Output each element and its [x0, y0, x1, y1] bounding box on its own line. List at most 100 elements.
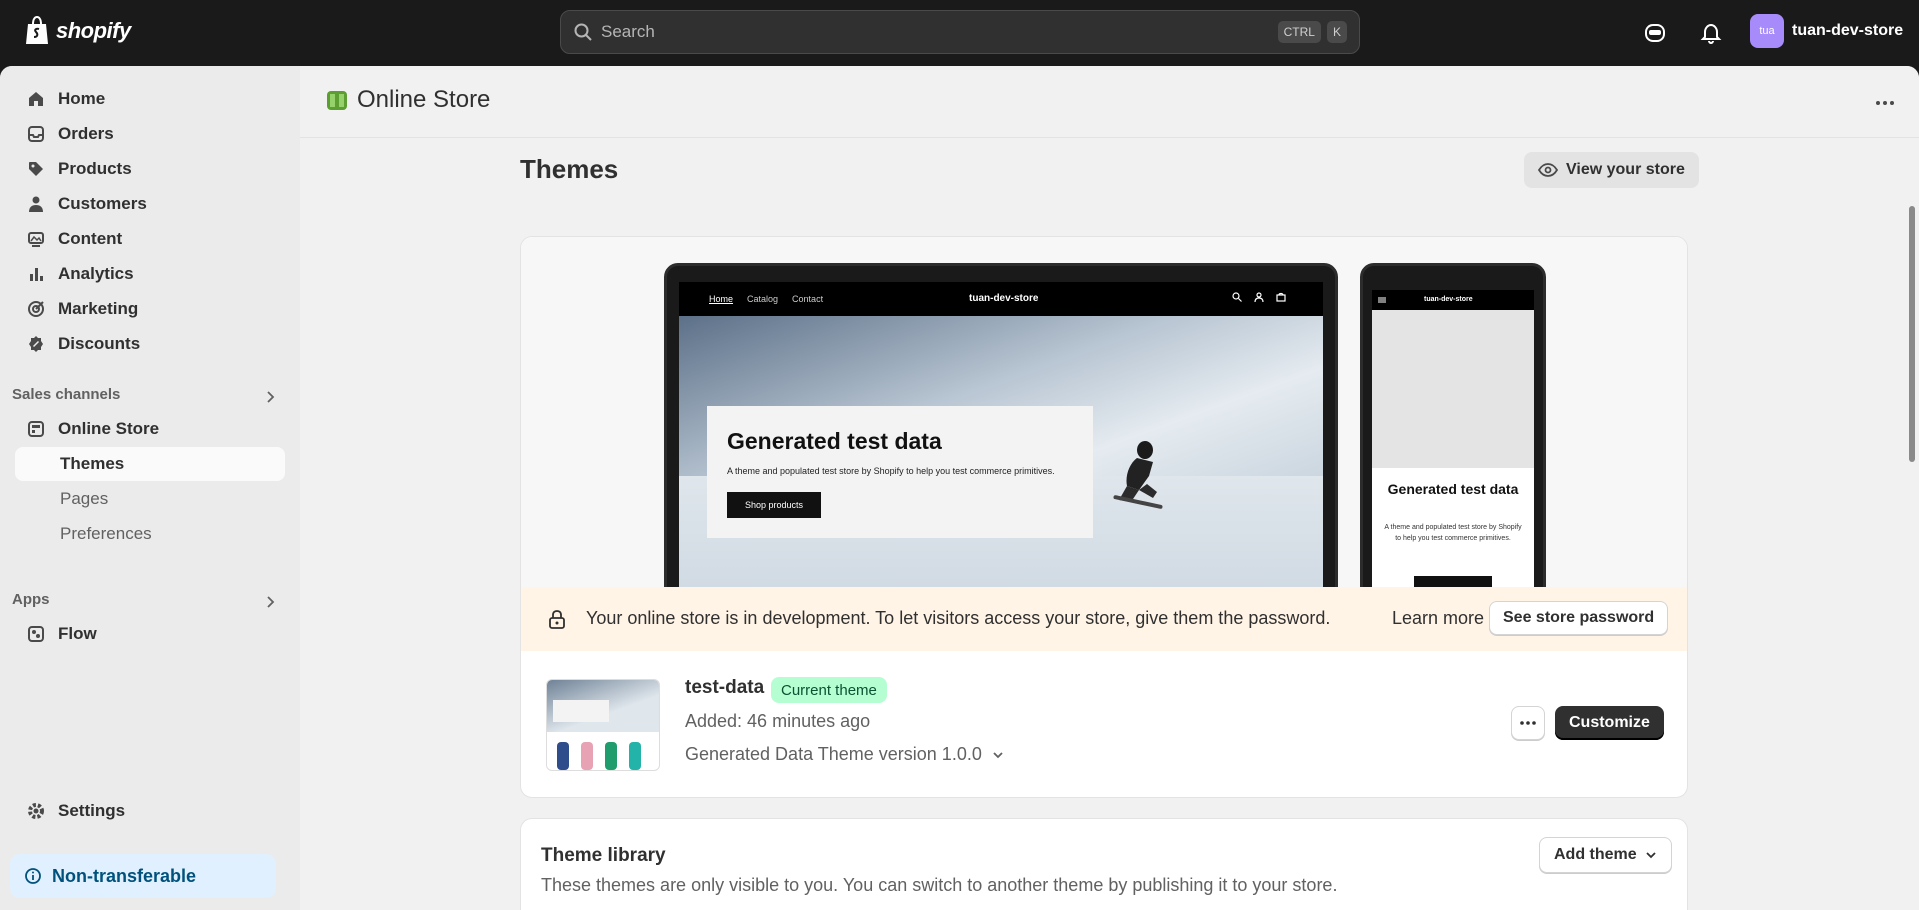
sidekick-button[interactable] — [1640, 18, 1670, 48]
theme-name: test-data — [685, 677, 765, 698]
sidebar-item-label: Settings — [58, 801, 126, 820]
chevron-right-icon[interactable] — [262, 594, 278, 610]
page-title: Online Store — [357, 86, 491, 113]
scrollbar-thumb[interactable] — [1909, 206, 1915, 462]
preview-nav-link: Contact — [792, 294, 824, 304]
sidebar-item-analytics[interactable]: Analytics — [16, 257, 286, 291]
search-icon — [574, 23, 592, 41]
search-input[interactable]: Search CTRL K — [560, 10, 1360, 54]
shopify-logo[interactable]: shopify — [24, 16, 131, 46]
sidebar-item-online-store[interactable]: Online Store — [16, 412, 286, 446]
shortcut-key-ctrl: CTRL — [1277, 21, 1321, 43]
sidebar-item-label: Orders — [58, 124, 114, 143]
sidebar-item-products[interactable]: Products — [16, 152, 286, 186]
chevron-down-icon — [1646, 852, 1656, 859]
sidekick-icon — [1645, 24, 1665, 42]
sidebar-item-customers[interactable]: Customers — [16, 187, 286, 221]
theme-actions-button[interactable] — [1511, 706, 1545, 740]
sidebar-item-label: Online Store — [58, 419, 160, 438]
current-theme-card: Home Catalog Contact tuan-dev-store Gene… — [520, 236, 1688, 798]
tag-icon — [26, 159, 46, 179]
sidebar-item-pages[interactable]: Pages — [15, 482, 285, 516]
password-banner: Your online store is in development. To … — [521, 587, 1687, 651]
sidebar-item-settings[interactable]: Settings — [16, 794, 286, 828]
info-icon — [25, 868, 41, 884]
sidebar-item-themes[interactable]: Themes — [15, 447, 285, 481]
sidebar-item-orders[interactable]: Orders — [16, 117, 286, 151]
add-theme-label: Add theme — [1554, 846, 1637, 863]
sidebar-item-label: Marketing — [58, 299, 139, 318]
scrollbar[interactable] — [1907, 138, 1917, 910]
eye-icon — [1538, 163, 1558, 177]
banner-text: Your online store is in development. To … — [586, 608, 1331, 628]
person-icon — [26, 194, 46, 214]
top-bar: shopify Search CTRL K tua tuan-dev-store — [0, 0, 1919, 66]
add-theme-button[interactable]: Add theme — [1539, 837, 1672, 873]
sidebar-item-flow[interactable]: Flow — [16, 617, 286, 651]
sidebar-item-label: Products — [58, 159, 132, 178]
desktop-preview: Home Catalog Contact tuan-dev-store Gene… — [664, 263, 1338, 587]
sidebar-item-content[interactable]: Content — [16, 222, 286, 256]
sidebar-item-marketing[interactable]: Marketing — [16, 292, 286, 326]
see-store-password-button[interactable]: See store password — [1489, 601, 1669, 635]
shortcut-key-k: K — [1326, 21, 1347, 43]
ellipsis-icon — [1876, 101, 1894, 105]
preview-hero-title: Generated test data — [727, 428, 942, 454]
preview-mobile-button — [1414, 576, 1492, 587]
sidebar-item-discounts[interactable]: Discounts — [16, 327, 286, 361]
preview-nav-link: Catalog — [747, 294, 779, 304]
preview-hero-desc: A theme and populated test store by Shop… — [727, 466, 1055, 476]
chevron-down-icon — [993, 751, 1003, 758]
theme-version-dropdown[interactable]: Generated Data Theme version 1.0.0 — [685, 744, 1004, 765]
preview-brand: tuan-dev-store — [969, 293, 1039, 304]
theme-preview[interactable]: Home Catalog Contact tuan-dev-store Gene… — [521, 237, 1687, 587]
search-placeholder: Search — [601, 22, 655, 41]
apps-label: Apps — [12, 591, 50, 608]
more-actions-button[interactable] — [1870, 88, 1900, 118]
lock-icon — [549, 610, 565, 629]
customize-button[interactable]: Customize — [1555, 706, 1664, 740]
themes-heading: Themes — [520, 154, 619, 184]
preview-shop-button: Shop products — [727, 492, 821, 518]
preview-nav-link: Home — [709, 294, 734, 304]
image-icon — [26, 229, 46, 249]
sidebar-item-label: Analytics — [58, 264, 134, 283]
store-menu-button[interactable]: tua tuan-dev-store — [1750, 14, 1903, 48]
sidebar-item-label: Home — [58, 89, 106, 108]
avatar: tua — [1750, 14, 1784, 48]
page-header: Online Store — [300, 66, 1919, 138]
current-theme-row: test-data Current theme Added: 46 minute… — [521, 651, 1687, 797]
non-transferable-label: Non-transferable — [52, 865, 197, 886]
home-icon — [26, 89, 46, 109]
view-store-label: View your store — [1566, 161, 1685, 178]
notifications-button[interactable] — [1696, 18, 1726, 48]
preview-mobile-desc: A theme and populated test store by Shop… — [1384, 524, 1522, 542]
sidebar-item-home[interactable]: Home — [16, 82, 286, 116]
discount-icon — [26, 334, 46, 354]
sales-channels-label: Sales channels — [12, 386, 121, 403]
bell-icon — [1700, 23, 1722, 44]
non-transferable-badge[interactable]: Non-transferable — [10, 854, 276, 898]
store-icon — [26, 419, 46, 439]
mobile-preview: tuan-dev-store Generated test data A the… — [1360, 263, 1546, 587]
current-theme-badge: Current theme — [771, 677, 887, 703]
app-frame: Home Orders Products Customers Content A… — [0, 66, 1919, 910]
view-store-button[interactable]: View your store — [1524, 152, 1699, 188]
theme-library-description: These themes are only visible to you. Yo… — [541, 875, 1338, 895]
shopify-bag-icon — [26, 16, 48, 44]
target-icon — [26, 299, 46, 319]
main-content: Online Store Themes View your store Home… — [300, 66, 1919, 910]
snowboarder-image — [1113, 441, 1163, 509]
inbox-icon — [26, 124, 46, 144]
theme-library-title: Theme library — [541, 845, 666, 866]
theme-thumbnail[interactable] — [546, 679, 660, 771]
learn-more-link[interactable]: Learn more — [1392, 608, 1484, 629]
chevron-right-icon[interactable] — [262, 389, 278, 405]
preview-hero: Generated test data A theme and populate… — [679, 316, 1323, 587]
sidebar: Home Orders Products Customers Content A… — [0, 66, 300, 910]
preview-mobile-brand: tuan-dev-store — [1424, 296, 1473, 303]
sidebar-item-label: Customers — [58, 194, 147, 213]
sidebar-item-preferences[interactable]: Preferences — [15, 517, 285, 551]
flow-icon — [26, 624, 46, 644]
online-store-icon — [327, 91, 347, 110]
